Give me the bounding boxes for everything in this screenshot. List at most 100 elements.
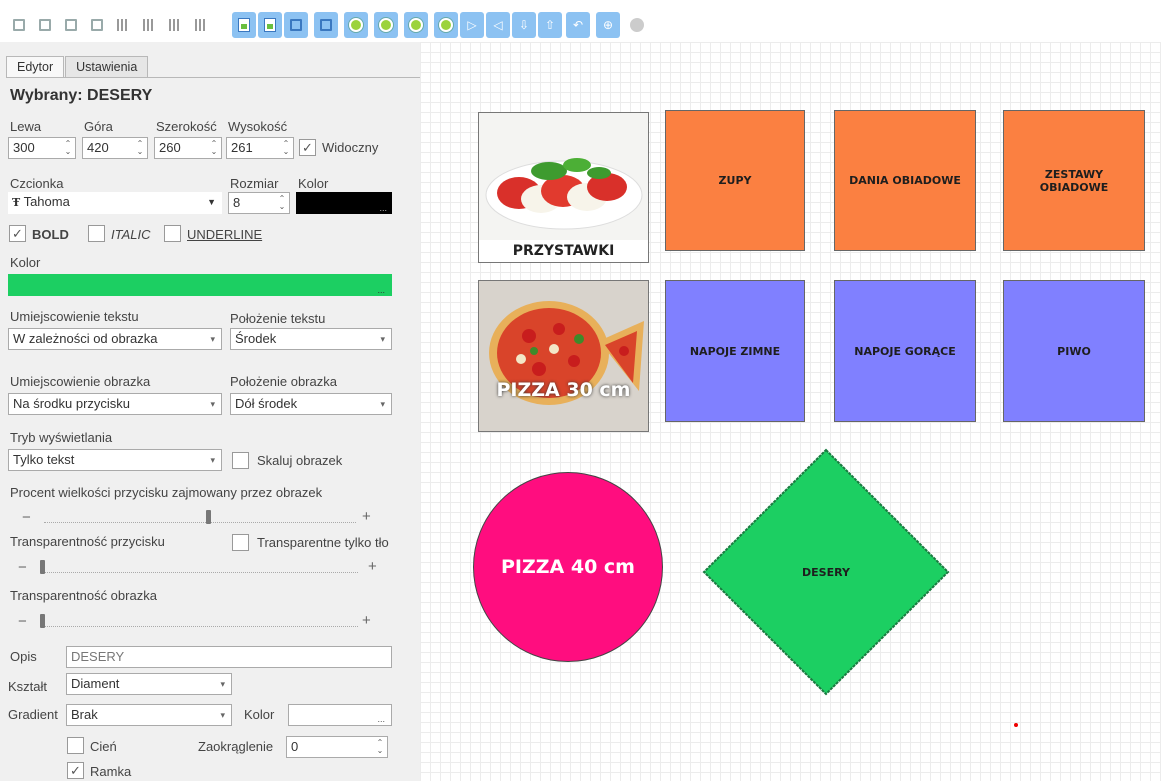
text-position-select[interactable]: Środek ▾ <box>230 328 392 350</box>
move-right-icon[interactable] <box>434 12 458 38</box>
display-mode-select[interactable]: Tylko tekst ▾ <box>8 449 222 471</box>
shape-select[interactable]: Diament ▾ <box>66 673 232 695</box>
dania-label: DANIA OBIADOWE <box>849 174 961 187</box>
piwo-button[interactable]: PIWO <box>1003 280 1145 422</box>
align-baseline-icon[interactable] <box>86 14 108 36</box>
napoje-gorace-button[interactable]: NAPOJE GORĄCE <box>834 280 976 422</box>
minus-icon[interactable]: − <box>22 509 31 526</box>
minus-icon[interactable]: − <box>18 559 27 576</box>
height-input[interactable]: 261 ⌃ ⌄ <box>226 137 294 159</box>
gradient-color-label: Kolor <box>244 707 275 722</box>
move-up-icon[interactable] <box>344 12 368 38</box>
save-as-icon[interactable] <box>258 12 282 38</box>
save-icon[interactable] <box>232 12 256 38</box>
spinner-icon[interactable]: ⌃ ⌄ <box>209 140 219 156</box>
image-position-select[interactable]: Dół środek ▾ <box>230 393 392 415</box>
select-icon[interactable] <box>284 12 308 38</box>
play-right-icon[interactable]: ▷ <box>460 12 484 38</box>
design-canvas[interactable]: PRZYSTAWKI ZUPY DANIA OBIADOWE ZESTAWY O… <box>420 42 1161 781</box>
rounding-input[interactable]: 0 ⌃ ⌄ <box>286 736 388 758</box>
font-color-label: Kolor <box>298 176 329 191</box>
italic-checkbox[interactable] <box>88 225 105 242</box>
arrow-up-icon[interactable]: ⇧ <box>538 12 562 38</box>
image-percent-label: Procent wielkości przycisku zajmowany pr… <box>10 485 323 500</box>
bg-only-checkbox[interactable] <box>232 534 249 551</box>
plus-icon[interactable]: + <box>362 508 371 525</box>
slider-thumb[interactable] <box>40 614 45 628</box>
text-placement-select[interactable]: W zależności od obrazka ▾ <box>8 328 222 350</box>
desery-button[interactable] <box>702 448 950 696</box>
width-input[interactable]: 260 ⌃ ⌄ <box>154 137 222 159</box>
gradient-color-picker[interactable]: ... <box>288 704 392 726</box>
zupy-label: ZUPY <box>718 174 752 187</box>
underline-checkbox[interactable] <box>164 225 181 242</box>
move-down-icon[interactable] <box>374 12 398 38</box>
slider-thumb[interactable] <box>206 510 212 524</box>
przystawki-label: PRZYSTAWKI <box>479 240 648 262</box>
dania-obiadowe-button[interactable]: DANIA OBIADOWE <box>834 110 976 251</box>
distribute-v-icon[interactable] <box>164 14 186 36</box>
bold-checkbox[interactable]: ✓ <box>9 225 26 242</box>
image-transparency-slider[interactable]: − + <box>18 612 382 632</box>
spinner-icon[interactable]: ⌃ ⌄ <box>277 195 287 211</box>
frame-icon[interactable] <box>314 12 338 38</box>
pizza-30-button[interactable]: PIZZA 30 cm <box>478 280 649 432</box>
zupy-button[interactable]: ZUPY <box>665 110 805 251</box>
font-select[interactable]: Ŧ Tahoma ▼ <box>8 192 222 214</box>
size-input[interactable]: 8 ⌃ ⌄ <box>228 192 290 214</box>
remove-icon[interactable] <box>626 14 648 36</box>
gradient-color-button[interactable]: ... <box>377 714 385 724</box>
undo-icon[interactable]: ↶ <box>566 12 590 38</box>
distribute-v2-icon[interactable] <box>190 14 212 36</box>
align-top-icon[interactable] <box>34 14 56 36</box>
align-left-icon[interactable] <box>8 14 30 36</box>
minus-icon[interactable]: − <box>18 613 27 630</box>
przystawki-button[interactable]: PRZYSTAWKI <box>478 112 649 263</box>
font-color-swatch[interactable]: ... <box>296 192 392 214</box>
visible-checkbox[interactable]: ✓ <box>299 139 316 156</box>
add-icon[interactable]: ⊕ <box>596 12 620 38</box>
left-input[interactable]: 300 ⌃ ⌄ <box>8 137 76 159</box>
gradient-select[interactable]: Brak ▾ <box>66 704 232 726</box>
plus-icon[interactable]: + <box>362 612 371 629</box>
chevron-down-icon: ▾ <box>380 334 385 344</box>
spinner-icon[interactable]: ⌃ ⌄ <box>281 140 291 156</box>
frame-checkbox[interactable]: ✓ <box>67 762 84 779</box>
zestawy-label: ZESTAWY OBIADOWE <box>1039 167 1109 194</box>
distribute-h-icon[interactable] <box>112 14 134 36</box>
image-percent-slider[interactable]: − + <box>22 508 378 528</box>
move-left-icon[interactable] <box>404 12 428 38</box>
image-placement-select[interactable]: Na środku przycisku ▾ <box>8 393 222 415</box>
align-bottom-icon[interactable] <box>60 14 82 36</box>
underline-label: UNDERLINE <box>187 227 263 242</box>
zestawy-obiadowe-button[interactable]: ZESTAWY OBIADOWE <box>1003 110 1145 251</box>
top-input[interactable]: 420 ⌃ ⌄ <box>82 137 148 159</box>
bg-only-label: Transparentne tylko tło <box>257 535 389 550</box>
spinner-icon[interactable]: ⌃ ⌄ <box>135 140 145 156</box>
pizza-40-button[interactable]: PIZZA 40 cm <box>473 472 663 662</box>
napoje-zimne-button[interactable]: NAPOJE ZIMNE <box>665 280 805 422</box>
button-transparency-slider[interactable]: − + <box>18 558 382 578</box>
tab-settings[interactable]: Ustawienia <box>65 56 149 77</box>
spinner-icon[interactable]: ⌃ ⌄ <box>375 739 385 755</box>
arrow-down-icon[interactable]: ⇩ <box>512 12 536 38</box>
spinner-icon[interactable]: ⌃ ⌄ <box>63 140 73 156</box>
left-value: 300 <box>13 140 35 155</box>
shadow-checkbox[interactable] <box>67 737 84 754</box>
button-color-label: Kolor <box>10 255 41 270</box>
slider-track <box>44 519 356 523</box>
scale-image-checkbox[interactable] <box>232 452 249 469</box>
description-input[interactable]: DESERY <box>66 646 392 668</box>
button-color-swatch[interactable]: ... <box>8 274 392 296</box>
distribute-h2-icon[interactable] <box>138 14 160 36</box>
bold-label: BOLD <box>32 227 69 242</box>
image-placement-label: Umiejscowienie obrazka <box>10 374 151 389</box>
napoje-gorace-label: NAPOJE GORĄCE <box>854 344 956 358</box>
tab-editor[interactable]: Edytor <box>6 56 65 78</box>
frame-label: Ramka <box>90 764 132 779</box>
slider-thumb[interactable] <box>40 560 45 574</box>
left-label: Lewa <box>10 119 42 134</box>
size-value: 8 <box>233 195 241 210</box>
play-left-icon[interactable]: ◁ <box>486 12 510 38</box>
plus-icon[interactable]: + <box>368 558 377 575</box>
